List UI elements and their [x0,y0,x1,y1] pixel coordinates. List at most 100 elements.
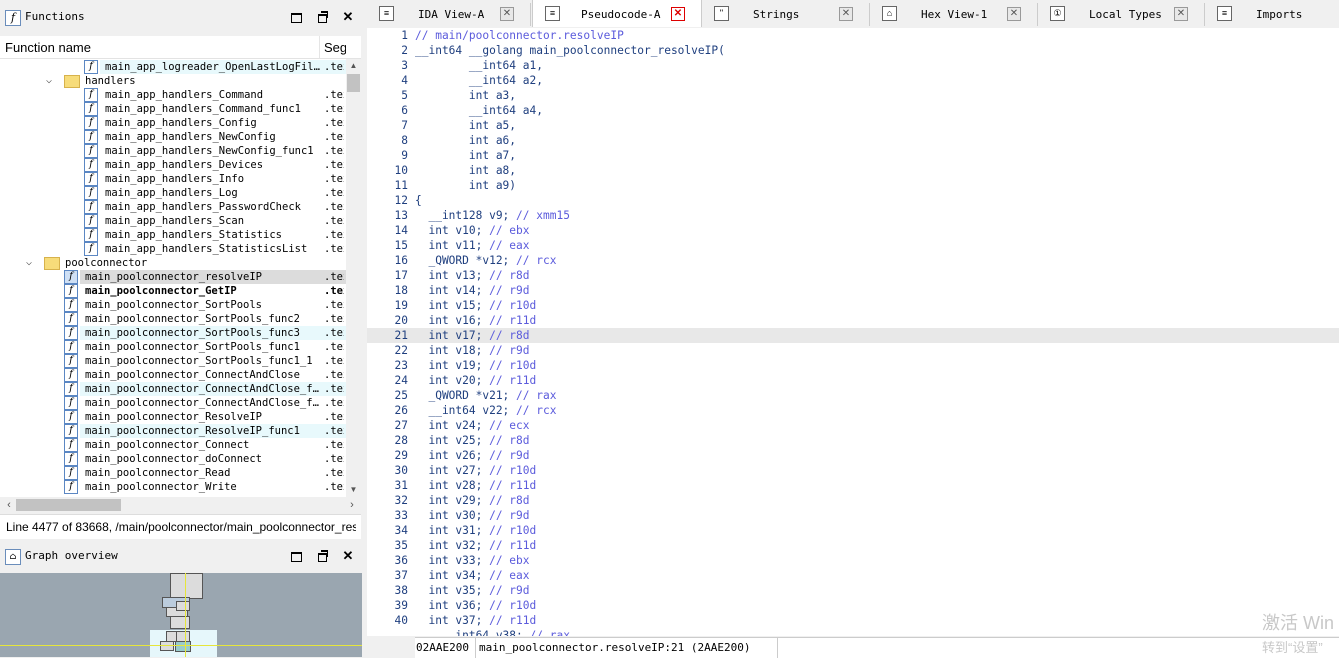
function-row[interactable]: f main_app_handlers_Devices .text [0,158,346,172]
code-line[interactable]: 5 int a3, [367,88,1339,103]
code-line[interactable]: __int64 v38; // rax [367,628,1339,636]
scroll-down-icon[interactable]: ▼ [346,483,361,497]
code-line[interactable]: 10 int a8, [367,163,1339,178]
tab-local-types[interactable]: ① Local Types ✕ [1038,3,1205,26]
code-line[interactable]: 22 int v18; // r9d [367,343,1339,358]
graph-overview-canvas[interactable] [0,573,362,657]
minimize-icon[interactable] [289,549,303,563]
function-row[interactable]: f main_poolconnector_SortPools_func2 .text [0,312,346,326]
code-line[interactable]: 9 int a7, [367,148,1339,163]
vertical-scrollbar[interactable]: ▲ ▼ [346,59,361,497]
code-line[interactable]: 34 int v31; // r10d [367,523,1339,538]
code-line[interactable]: 24 int v20; // r11d [367,373,1339,388]
function-row[interactable]: f main_poolconnector_SortPools_func3 .text [0,326,346,340]
code-line[interactable]: 4 __int64 a2, [367,73,1339,88]
column-segment[interactable]: Segment [324,40,346,55]
function-row[interactable]: f main_poolconnector_Read .text [0,466,346,480]
close-tab-icon[interactable]: ✕ [500,7,514,21]
code-line[interactable]: 25 _QWORD *v21; // rax [367,388,1339,403]
function-row[interactable]: f main_poolconnector_SortPools_func1 .text [0,340,346,354]
function-row[interactable]: f main_app_logreader_OpenLastLogFil… .text [0,60,346,74]
function-row[interactable]: f main_poolconnector_SortPools .text [0,298,346,312]
close-icon[interactable]: ✕ [341,10,355,24]
pseudocode-view[interactable]: 1 // main/poolconnector.resolveIP 2 __int64… [367,28,1339,636]
close-tab-icon[interactable]: ✕ [839,7,853,21]
chevron-down-icon[interactable]: ⌵ [46,74,52,88]
code-line[interactable]: 12 { [367,193,1339,208]
tree-folder[interactable]: ⌵ poolconnector [0,256,346,270]
close-icon[interactable]: ✕ [341,549,355,563]
code-line[interactable]: 28 int v25; // r8d [367,433,1339,448]
function-row[interactable]: f main_poolconnector_doConnect .text [0,452,346,466]
function-row[interactable]: f main_app_handlers_Command_func1 .text [0,102,346,116]
function-row[interactable]: f main_app_handlers_Scan .text [0,214,346,228]
code-line[interactable]: 13 __int128 v9; // xmm15 [367,208,1339,223]
code-line[interactable]: 36 int v33; // ebx [367,553,1339,568]
code-line[interactable]: 2 __int64 __golang main_poolconnector_res… [367,43,1339,58]
function-row[interactable]: f main_app_handlers_Info .text [0,172,346,186]
code-line[interactable]: 17 int v13; // r8d [367,268,1339,283]
code-line[interactable]: 3 __int64 a1, [367,58,1339,73]
close-tab-icon[interactable]: ✕ [1174,7,1188,21]
tab-imports[interactable]: ≡ Imports [1205,3,1339,26]
code-line[interactable]: 40 int v37; // r11d [367,613,1339,628]
scroll-right-icon[interactable]: › [345,497,359,513]
tab-strings[interactable]: " Strings ✕ [702,3,870,26]
minimize-icon[interactable] [289,10,303,24]
function-row[interactable]: f main_poolconnector_ResolveIP .text [0,410,346,424]
function-row[interactable]: f main_app_handlers_Config .text [0,116,346,130]
code-line[interactable]: 27 int v24; // ecx [367,418,1339,433]
code-line[interactable]: 39 int v36; // r10d [367,598,1339,613]
function-row[interactable]: f main_app_handlers_NewConfig_func1 .text [0,144,346,158]
code-line[interactable]: 16 _QWORD *v12; // rcx [367,253,1339,268]
function-row[interactable]: f main_app_handlers_NewConfig .text [0,130,346,144]
code-line[interactable]: 6 __int64 a4, [367,103,1339,118]
code-line[interactable]: 8 int a6, [367,133,1339,148]
code-line[interactable]: 33 int v30; // r9d [367,508,1339,523]
scroll-thumb[interactable] [347,74,360,92]
function-row[interactable]: f main_poolconnector_Connect .text [0,438,346,452]
code-line[interactable]: 31 int v28; // r11d [367,478,1339,493]
code-line[interactable]: 18 int v14; // r9d [367,283,1339,298]
code-line[interactable]: 38 int v35; // r9d [367,583,1339,598]
code-line[interactable]: 21 int v17; // r8d [367,328,1339,343]
code-line[interactable]: 14 int v10; // ebx [367,223,1339,238]
column-function-name[interactable]: Function name [5,40,91,55]
function-row[interactable]: f main_poolconnector_SortPools_func1_1 .te… [0,354,346,368]
close-tab-icon[interactable]: ✕ [671,7,685,21]
function-row[interactable]: f main_poolconnector_ConnectAndClose_f… .t… [0,382,346,396]
code-line[interactable]: 20 int v16; // r11d [367,313,1339,328]
code-line[interactable]: 29 int v26; // r9d [367,448,1339,463]
code-line[interactable]: 19 int v15; // r10d [367,298,1339,313]
scroll-up-icon[interactable]: ▲ [346,59,361,73]
function-row[interactable]: f main_app_handlers_Statistics .text [0,228,346,242]
function-row[interactable]: f main_poolconnector_ConnectAndClose .text [0,368,346,382]
code-line[interactable]: 23 int v19; // r10d [367,358,1339,373]
close-tab-icon[interactable]: ✕ [1007,7,1021,21]
code-line[interactable]: 11 int a9) [367,178,1339,193]
function-row[interactable]: f main_app_handlers_PasswordCheck .text [0,200,346,214]
code-line[interactable]: 32 int v29; // r8d [367,493,1339,508]
function-row[interactable]: f main_poolconnector_resolveIP .text [0,270,346,284]
function-row[interactable]: f main_poolconnector_Write .text [0,480,346,494]
tab-hex-view-1[interactable]: ⌂ Hex View-1 ✕ [870,3,1038,26]
code-line[interactable]: 30 int v27; // r10d [367,463,1339,478]
function-row[interactable]: f main_poolconnector_ResolveIP_func1 .text [0,424,346,438]
tree-folder[interactable]: ⌵ handlers [0,74,346,88]
code-line[interactable]: 35 int v32; // r11d [367,538,1339,553]
tab-pseudocode-a[interactable]: ≡ Pseudocode-A ✕ [532,0,702,27]
function-row[interactable]: f main_app_handlers_Command .text [0,88,346,102]
chevron-down-icon[interactable]: ⌵ [26,256,32,270]
horizontal-scrollbar[interactable]: ‹ › [0,497,361,513]
restore-icon[interactable] [315,549,329,563]
code-line[interactable]: 1 // main/poolconnector.resolveIP [367,28,1339,43]
function-row[interactable]: f main_app_handlers_StatisticsList .text [0,242,346,256]
scroll-left-icon[interactable]: ‹ [2,497,16,513]
function-row[interactable]: f main_app_handlers_Log .text [0,186,346,200]
function-row[interactable]: f main_poolconnector_GetIP .text [0,284,346,298]
code-line[interactable]: 37 int v34; // eax [367,568,1339,583]
column-separator[interactable] [319,36,320,58]
function-tree[interactable]: f main_app_logreader_OpenLastLogFil… .text… [0,59,346,497]
hscroll-thumb[interactable] [16,499,121,511]
code-line[interactable]: 7 int a5, [367,118,1339,133]
